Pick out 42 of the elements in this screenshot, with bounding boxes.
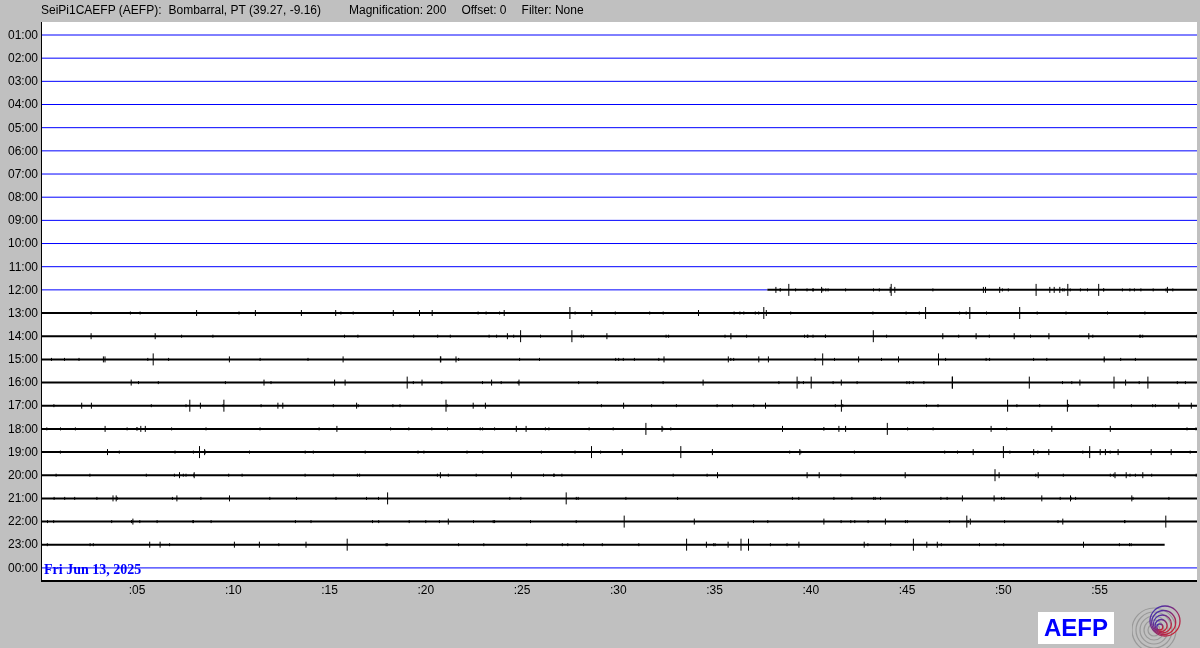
minute-tick-label: :55 xyxy=(1091,583,1108,597)
hour-label: 02:00 xyxy=(7,51,38,66)
hour-label: 01:00 xyxy=(7,27,38,42)
hour-label: 21:00 xyxy=(7,491,38,506)
minute-tick-label: :40 xyxy=(802,583,820,597)
filter-text: Filter: None xyxy=(521,3,584,17)
hour-label: 20:00 xyxy=(7,467,38,482)
hour-label: 23:00 xyxy=(7,537,38,552)
magnification-text: Magnification: 200 xyxy=(349,3,447,17)
minute-tick-label: :50 xyxy=(995,583,1012,597)
hour-label: 03:00 xyxy=(7,74,38,89)
hour-label: 12:00 xyxy=(7,282,38,297)
hour-label: 17:00 xyxy=(7,398,38,413)
minute-tick-label: :25 xyxy=(513,583,531,597)
hour-label: 09:00 xyxy=(7,213,38,228)
hour-label: 04:00 xyxy=(7,97,38,112)
hour-label: 10:00 xyxy=(7,236,38,251)
hour-label: 00:00 xyxy=(7,560,38,575)
location-text: Bombarral, PT (39.27, -9.16) xyxy=(168,3,321,17)
hour-label: 22:00 xyxy=(7,514,38,529)
hour-label: 08:00 xyxy=(7,190,38,205)
station-name: SeiPi1CAEFP (AEFP): xyxy=(41,3,162,17)
offset-text: Offset: 0 xyxy=(461,3,507,17)
minute-tick-label: :45 xyxy=(898,583,916,597)
hour-label: 15:00 xyxy=(7,352,38,367)
hour-label: 07:00 xyxy=(7,166,38,181)
hour-label: 05:00 xyxy=(7,120,38,135)
hour-label: 13:00 xyxy=(7,305,38,320)
concentric-rings-icon xyxy=(1132,604,1184,648)
minute-tick-label: :15 xyxy=(321,583,338,597)
minute-tick-label: :05 xyxy=(128,583,146,597)
hour-label: 14:00 xyxy=(7,329,38,343)
hour-label: 19:00 xyxy=(7,444,38,459)
minute-tick-label: :35 xyxy=(706,583,723,597)
hour-label: 11:00 xyxy=(8,259,38,274)
logo-text: AEFP xyxy=(1038,612,1114,644)
hour-label: 06:00 xyxy=(7,143,38,158)
hour-label: 16:00 xyxy=(7,375,38,390)
hour-label: 18:00 xyxy=(7,421,38,436)
minute-tick-label: :30 xyxy=(610,583,627,597)
minute-tick-label: :20 xyxy=(417,583,435,597)
minute-tick-label: :10 xyxy=(225,583,242,597)
